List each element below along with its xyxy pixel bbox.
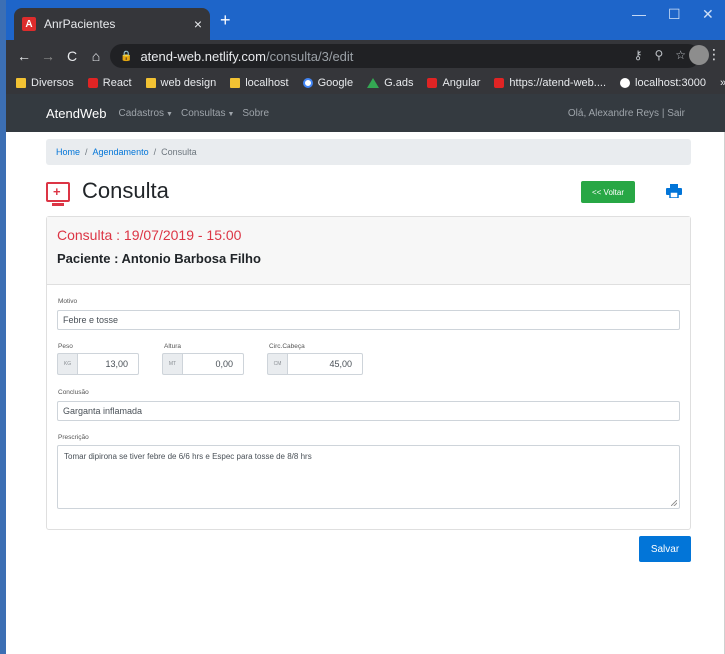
nav-consultas[interactable]: Consultas ▼ [181,108,234,119]
new-tab-icon[interactable]: + [220,10,231,31]
profile-avatar[interactable] [689,45,709,65]
app-navbar: AtendWeb Cadastros ▼ Consultas ▼ Sobre Olá… [6,94,725,132]
bookmark-localhost-3000[interactable]: localhost:3000 [620,77,706,89]
resize-grip-icon[interactable] [671,500,677,506]
tab-title: AnrPacientes [44,17,116,31]
page-title: Consulta [82,178,169,203]
minimize-icon[interactable]: — [632,6,646,22]
bookmark-react[interactable]: React [87,77,132,89]
peso-group: KG 13,00 [57,353,139,375]
star-icon[interactable]: ☆ [675,48,686,62]
reload-icon[interactable]: C [60,48,84,64]
close-window-icon[interactable]: ✕ [702,6,714,23]
altura-label: Altura [164,343,181,350]
nav-sobre[interactable]: Sobre [242,108,269,119]
menu-dots-icon[interactable]: ⋮ [707,46,721,63]
prescricao-text: Tomar dipirona se tiver febre de 6/6 hrs… [64,452,312,461]
breadcrumb-home[interactable]: Home [56,147,80,157]
bookmark-web-design[interactable]: web design [145,77,216,89]
caret-down-icon: ▼ [166,110,173,118]
bookmark-localhost[interactable]: localhost [230,77,289,89]
bookmarks-more[interactable]: » [720,77,725,89]
bookmark-google[interactable]: Google [302,77,353,89]
bookmarks-bar: Diversos React web design localhost Goog… [6,72,725,94]
tab-close-icon[interactable]: × [194,16,202,32]
circ-cabeca-group: CM 45,00 [267,353,363,375]
bookmark-atend-web[interactable]: https://atend-web.... [494,77,606,89]
altura-group: MT 0,00 [162,353,244,375]
url-host: atend-web.netlify.com [140,48,266,64]
bookmark-diversos[interactable]: Diversos [16,77,74,89]
brand-logo[interactable]: AtendWeb [46,106,106,121]
circ-cabeca-label: Circ.Cabeça [269,343,305,350]
motivo-input[interactable]: Febre e tosse [57,310,680,330]
paciente-name: Paciente : Antonio Barbosa Filho [57,251,261,266]
zoom-icon[interactable]: ⚲ [654,48,663,62]
salvar-button[interactable]: Salvar [639,536,691,562]
peso-label: Peso [58,343,73,350]
address-bar[interactable]: 🔒 atend-web.netlify.com/consulta/3/edit … [110,44,700,68]
forward-icon[interactable]: → [36,48,60,64]
angular-icon [494,78,505,88]
browser-window: A AnrPacientes × + — ☐ ✕ ← → C ⌂ 🔒 atend… [0,0,725,654]
medical-monitor-icon: + [46,182,70,206]
peso-input[interactable]: 13,00 [77,353,139,375]
page-header: + Consulta << Voltar [46,176,691,216]
title-bar: A AnrPacientes × + — ☐ ✕ [6,0,725,40]
conclusao-input[interactable]: Garganta inflamada [57,401,680,421]
browser-tab[interactable]: A AnrPacientes × [14,8,210,40]
caret-down-icon: ▼ [227,110,235,118]
breadcrumb: Home / Agendamento / Consulta [46,139,691,165]
breadcrumb-agendamento[interactable]: Agendamento [93,147,149,157]
consulta-card: Consulta : 19/07/2019 - 15:00 Paciente :… [46,216,691,530]
back-icon[interactable]: ← [12,48,36,64]
url-path: /consulta/3/edit [265,48,354,64]
voltar-button[interactable]: << Voltar [581,181,635,203]
folder-icon [145,78,156,88]
prescricao-textarea[interactable]: Tomar dipirona se tiver febre de 6/6 hrs… [57,445,680,509]
angular-icon [427,78,438,88]
print-icon[interactable] [666,184,682,198]
lock-icon: 🔒 [120,50,133,62]
google-ads-icon [367,78,380,88]
conclusao-label: Conclusão [58,389,89,396]
angular-favicon-icon: A [22,17,36,31]
bookmark-gads[interactable]: G.ads [367,77,413,89]
maximize-icon[interactable]: ☐ [668,6,681,23]
circ-cabeca-unit: CM [267,353,287,375]
card-header: Consulta : 19/07/2019 - 15:00 Paciente :… [47,217,690,285]
prescricao-label: Prescrição [58,434,89,441]
key-icon[interactable]: ⚷ [634,48,643,62]
user-greeting[interactable]: Olá, Alexandre Reys | Sair [568,108,685,119]
folder-icon [16,78,26,88]
altura-input[interactable]: 0,00 [182,353,244,375]
globe-icon [620,78,631,88]
browser-toolbar: ← → C ⌂ 🔒 atend-web.netlify.com/consulta… [6,40,725,72]
peso-unit: KG [57,353,77,375]
consulta-datetime: Consulta : 19/07/2019 - 15:00 [57,227,242,243]
home-icon[interactable]: ⌂ [84,48,108,64]
google-icon [302,78,313,88]
motivo-label: Motivo [58,298,78,305]
folder-icon [230,78,241,88]
circ-cabeca-input[interactable]: 45,00 [287,353,363,375]
bookmark-angular[interactable]: Angular [427,77,480,89]
altura-unit: MT [162,353,182,375]
breadcrumb-current: Consulta [161,147,197,157]
nav-cadastros[interactable]: Cadastros ▼ [118,108,173,119]
youtube-icon [87,78,98,88]
